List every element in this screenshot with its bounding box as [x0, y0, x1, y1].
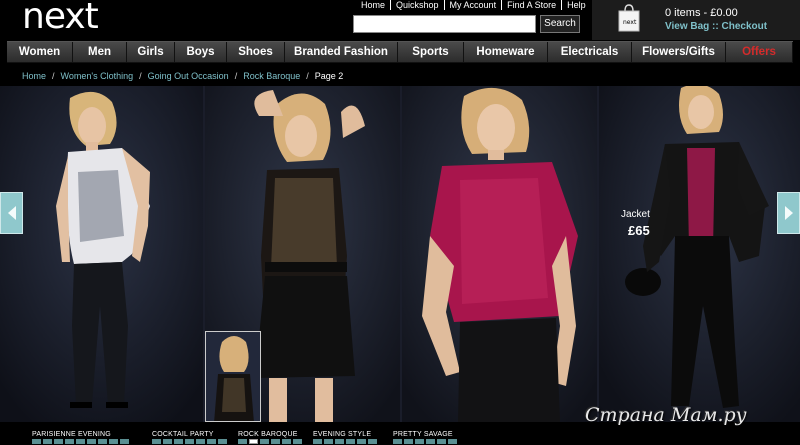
breadcrumb-going-out-occasion[interactable]: Going Out Occasion: [148, 71, 229, 81]
top-links: Home Quickshop My Account Find A Store H…: [356, 0, 591, 12]
nav-homeware[interactable]: Homeware: [464, 42, 548, 62]
product-price: £65: [628, 223, 650, 238]
pager-dot[interactable]: [120, 439, 129, 444]
pager-dot[interactable]: [282, 439, 291, 444]
breadcrumb-separator: /: [306, 71, 309, 81]
gallery-next-button[interactable]: [777, 192, 800, 234]
pager-dot[interactable]: [368, 439, 377, 444]
nav-flowers-gifts[interactable]: Flowers/Gifts: [632, 42, 726, 62]
pager-dot[interactable]: [346, 439, 355, 444]
breadcrumb-separator: /: [139, 71, 142, 81]
breadcrumb-womens-clothing[interactable]: Women's Clothing: [61, 71, 134, 81]
category-evening-style[interactable]: EVENING STYLE: [313, 431, 371, 438]
look-black-jacket-image[interactable]: [599, 86, 800, 422]
pager-dot[interactable]: [65, 439, 74, 444]
pager-dot[interactable]: [76, 439, 85, 444]
nav-sports[interactable]: Sports: [398, 42, 464, 62]
pager-dot[interactable]: [32, 439, 41, 444]
nav-offers[interactable]: Offers: [726, 42, 793, 62]
search-button[interactable]: Search: [540, 15, 580, 33]
breadcrumb-current-page: Page 2: [314, 71, 344, 81]
pager-dot[interactable]: [324, 439, 333, 444]
category-pager-rock-baroque: [238, 439, 302, 444]
toplink-my-account[interactable]: My Account: [445, 0, 503, 10]
pager-dot[interactable]: [437, 439, 446, 444]
category-pager-pretty-savage: [393, 439, 457, 444]
svg-text:next: next: [623, 19, 637, 26]
category-parisienne-evening[interactable]: PARISIENNE EVENING: [32, 431, 111, 438]
pager-dot[interactable]: [185, 439, 194, 444]
pager-dot[interactable]: [448, 439, 457, 444]
nav-women[interactable]: Women: [7, 42, 73, 62]
category-pretty-savage[interactable]: PRETTY SAVAGE: [393, 431, 453, 438]
pager-dot[interactable]: [152, 439, 161, 444]
view-bag-checkout-link[interactable]: View Bag :: Checkout: [665, 21, 767, 32]
pager-dot-active[interactable]: [249, 439, 258, 444]
pager-dot[interactable]: [54, 439, 63, 444]
pager-dot[interactable]: [43, 439, 52, 444]
pager-dot[interactable]: [293, 439, 302, 444]
nav-branded-fashion[interactable]: Branded Fashion: [285, 42, 398, 62]
toplink-find-a-store[interactable]: Find A Store: [502, 0, 563, 10]
look-lace-top-image[interactable]: [0, 86, 203, 422]
toplink-help[interactable]: Help: [562, 0, 591, 10]
pager-dot[interactable]: [260, 439, 269, 444]
nav-boys[interactable]: Boys: [175, 42, 227, 62]
breadcrumb: Home / Women's Clothing / Going Out Occa…: [22, 71, 343, 81]
pager-dot[interactable]: [415, 439, 424, 444]
pager-dot[interactable]: [163, 439, 172, 444]
pager-dot[interactable]: [238, 439, 247, 444]
nav-girls[interactable]: Girls: [127, 42, 175, 62]
category-rock-baroque[interactable]: ROCK BAROQUE: [238, 431, 298, 438]
pager-dot[interactable]: [174, 439, 183, 444]
category-pager-parisienne-evening: [32, 439, 129, 444]
pager-dot[interactable]: [87, 439, 96, 444]
pager-dot[interactable]: [196, 439, 205, 444]
nav-men[interactable]: Men: [73, 42, 127, 62]
toplink-home[interactable]: Home: [356, 0, 392, 10]
category-pager-cocktail-party: [152, 439, 227, 444]
pager-dot[interactable]: [426, 439, 435, 444]
nav-shoes[interactable]: Shoes: [227, 42, 285, 62]
pager-dot[interactable]: [218, 439, 227, 444]
bag-summary: 0 items - £0.00: [665, 7, 738, 19]
product-gallery: Jacket £65: [0, 86, 800, 422]
category-cocktail-party[interactable]: COCKTAIL PARTY: [152, 431, 214, 438]
product-name-label: Jacket: [621, 209, 650, 220]
search-input[interactable]: [353, 15, 536, 33]
chevron-right-icon: [785, 206, 793, 220]
main-nav: Women Men Girls Boys Shoes Branded Fashi…: [7, 41, 793, 63]
breadcrumb-separator: /: [234, 71, 238, 81]
nav-electricals[interactable]: Electricals: [548, 42, 632, 62]
toplink-quickshop[interactable]: Quickshop: [391, 0, 445, 10]
pager-dot[interactable]: [393, 439, 402, 444]
chevron-left-icon: [8, 206, 16, 220]
next-logo[interactable]: next: [22, 0, 99, 37]
breadcrumb-separator: /: [52, 71, 55, 81]
shopping-bag-icon[interactable]: next: [617, 2, 641, 32]
pager-dot[interactable]: [335, 439, 344, 444]
pager-dot[interactable]: [109, 439, 118, 444]
pager-dot[interactable]: [207, 439, 216, 444]
category-pager-evening-style: [313, 439, 377, 444]
breadcrumb-rock-baroque[interactable]: Rock Baroque: [243, 71, 300, 81]
watermark-text: Страна Мам.ру: [585, 404, 747, 426]
look-thumbnail-back-view[interactable]: [205, 331, 261, 422]
look-magenta-top-image[interactable]: [402, 86, 597, 422]
gallery-prev-button[interactable]: [0, 192, 23, 234]
pager-dot[interactable]: [98, 439, 107, 444]
pager-dot[interactable]: [357, 439, 366, 444]
breadcrumb-home[interactable]: Home: [22, 71, 46, 81]
pager-dot[interactable]: [313, 439, 322, 444]
pager-dot[interactable]: [271, 439, 280, 444]
pager-dot[interactable]: [404, 439, 413, 444]
